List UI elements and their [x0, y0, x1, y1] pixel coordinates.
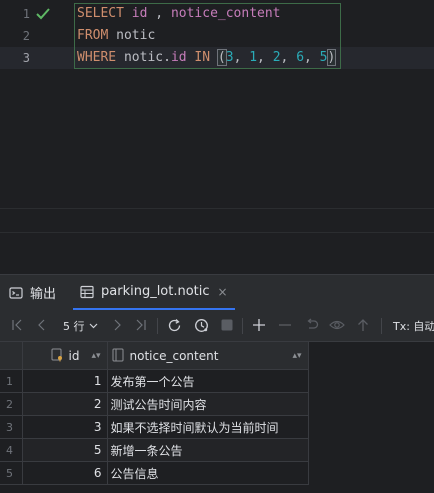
column-icon	[112, 348, 123, 362]
code-token: ,	[233, 50, 250, 65]
row-count-label[interactable]: 5 行	[63, 318, 85, 334]
code-line: SELECT id , notice_content	[77, 3, 281, 25]
sql-editor[interactable]: 1 SELECT id , notice_content 2 FROM noti…	[0, 0, 434, 232]
sort-icon[interactable]: ▴▾	[91, 351, 100, 361]
editor-line-2[interactable]: 2 FROM notic	[0, 25, 434, 47]
column-header-label: notice_content	[129, 348, 219, 363]
column-header-notice-content[interactable]: notice_content ▴▾	[107, 342, 309, 370]
line-number: 2	[22, 29, 30, 43]
toolbar-divider	[242, 318, 243, 334]
code-token: ,	[280, 50, 297, 65]
code-token: 5	[319, 50, 328, 65]
code-line: FROM notic	[77, 25, 155, 47]
results-toolbar: 5 行 Tx: 自动	[0, 310, 434, 342]
column-header-label: id	[68, 348, 80, 363]
code-token: 6	[296, 50, 305, 65]
text-caret	[335, 49, 337, 66]
view-eye-icon[interactable]	[329, 317, 345, 333]
code-line: WHERE notic.id IN (3, 1, 2, 6, 5)	[77, 47, 337, 69]
row-number: 2	[0, 392, 23, 416]
tab-output[interactable]: 输出	[9, 275, 56, 310]
last-page-icon[interactable]	[133, 317, 149, 333]
tab-output-label: 输出	[30, 287, 57, 302]
table-row[interactable]: 1 1 发布第一个公告	[0, 369, 309, 393]
editor-line-3[interactable]: 3 WHERE notic.id IN (3, 1, 2, 6, 5)	[0, 47, 434, 69]
next-page-icon[interactable]	[109, 317, 125, 333]
table-row[interactable]: 5 6 公告信息	[0, 461, 309, 485]
revert-icon[interactable]	[304, 317, 320, 333]
tool-window-tabs: 输出 parking_lot.notic ×	[0, 274, 434, 310]
first-page-icon[interactable]	[9, 317, 25, 333]
cell-notice-content[interactable]: 测试公告时间内容	[107, 392, 309, 416]
code-token: notic	[108, 28, 156, 43]
refresh-icon[interactable]	[166, 317, 182, 333]
history-clock-icon[interactable]	[193, 317, 209, 333]
code-token: 1	[249, 50, 258, 65]
cell-id[interactable]: 2	[22, 392, 108, 416]
editor-line-1[interactable]: 1 SELECT id , notice_content	[0, 3, 434, 25]
stop-icon[interactable]	[219, 317, 235, 333]
code-token: WHERE	[77, 50, 117, 65]
panel-splitter[interactable]	[0, 232, 434, 275]
previous-page-icon[interactable]	[34, 317, 50, 333]
result-table: id ▴▾ notice_content ▴▾ 1 1 发布第一个公告 2 2 …	[0, 342, 309, 485]
matched-paren: )	[326, 49, 337, 66]
cell-notice-content[interactable]: 发布第一个公告	[107, 369, 309, 393]
submit-arrow-up-icon[interactable]	[355, 317, 371, 333]
cell-id[interactable]: 1	[22, 369, 108, 393]
code-token: ,	[304, 50, 320, 65]
close-icon[interactable]: ×	[218, 285, 228, 299]
row-number-header	[0, 342, 23, 370]
table-icon	[80, 285, 94, 298]
editor-horizontal-scrollbar[interactable]	[0, 208, 434, 232]
line-number: 1	[22, 7, 30, 21]
code-token: 3	[225, 50, 234, 65]
code-token: notic.	[116, 50, 171, 65]
code-token: id	[131, 6, 148, 21]
sort-icon[interactable]: ▴▾	[292, 351, 301, 361]
cell-id[interactable]: 6	[22, 461, 108, 485]
transaction-mode-label[interactable]: Tx: 自动	[393, 318, 434, 334]
code-token: ,	[147, 6, 171, 21]
column-header-id[interactable]: id ▴▾	[22, 342, 108, 370]
table-header-row: id ▴▾ notice_content ▴▾	[0, 342, 309, 370]
primary-key-column-icon	[51, 348, 62, 362]
code-token: 2	[272, 50, 281, 65]
cell-id[interactable]: 5	[22, 438, 108, 462]
code-token: FROM	[77, 28, 109, 43]
toolbar-divider	[157, 318, 158, 334]
table-row[interactable]: 3 3 如果不选择时间默认为当前时间	[0, 415, 309, 439]
cell-notice-content[interactable]: 如果不选择时间默认为当前时间	[107, 415, 309, 439]
add-row-icon[interactable]	[251, 317, 267, 333]
cell-notice-content[interactable]: 公告信息	[107, 461, 309, 485]
row-number: 5	[0, 461, 23, 485]
tab-result[interactable]: parking_lot.notic ×	[73, 275, 235, 310]
table-row[interactable]: 2 2 测试公告时间内容	[0, 392, 309, 416]
cell-notice-content[interactable]: 新增一条公告	[107, 438, 309, 462]
line-number: 3	[22, 51, 30, 65]
row-number: 1	[0, 369, 23, 393]
delete-row-icon[interactable]	[277, 317, 293, 333]
tab-result-label: parking_lot.notic	[101, 284, 210, 299]
code-token: id	[170, 50, 187, 65]
chevron-down-icon[interactable]	[89, 323, 98, 329]
code-token: IN	[194, 50, 211, 65]
cell-id[interactable]: 3	[22, 415, 108, 439]
code-token: SELECT	[77, 6, 124, 21]
check-icon	[36, 8, 50, 20]
row-number: 3	[0, 415, 23, 439]
matched-paren: (	[216, 49, 227, 66]
table-row[interactable]: 4 5 新增一条公告	[0, 438, 309, 462]
code-token: ,	[257, 50, 273, 65]
console-icon	[9, 286, 23, 299]
code-token: notice_content	[170, 6, 281, 21]
result-grid: id ▴▾ notice_content ▴▾ 1 1 发布第一个公告 2 2 …	[0, 342, 434, 493]
row-number: 4	[0, 438, 23, 462]
toolbar-divider	[381, 318, 382, 334]
